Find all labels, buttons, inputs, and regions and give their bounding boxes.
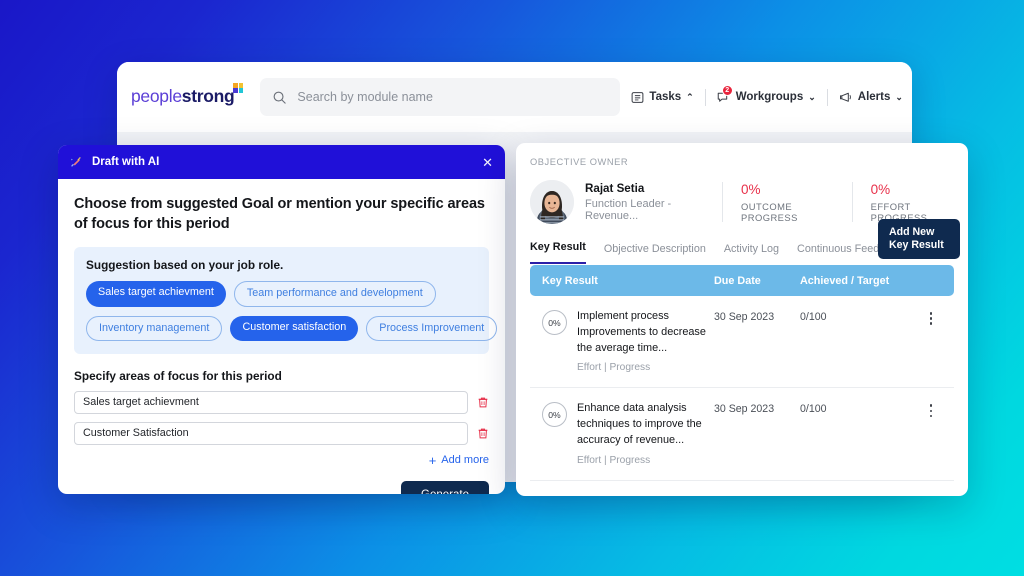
chip-process-improvement[interactable]: Process Improvement bbox=[366, 316, 497, 341]
key-result-text: Implement process Improvements to decrea… bbox=[577, 309, 714, 356]
chip-sales-target-achievment[interactable]: Sales target achievment bbox=[86, 281, 226, 306]
key-result-meta: Effort | Progress bbox=[577, 455, 714, 466]
peoplestrong-logo[interactable]: peoplestrong bbox=[131, 88, 242, 106]
modal-heading: Choose from suggested Goal or mention yo… bbox=[74, 195, 489, 234]
key-result-achieved-target: 0/100 bbox=[800, 311, 920, 323]
key-result-text: Enhance data analysis techniques to impr… bbox=[577, 401, 714, 448]
objective-owner-row: Rajat Setia Function Leader - Revenue...… bbox=[530, 180, 954, 224]
nav-label-alerts: Alerts bbox=[858, 91, 891, 103]
plus-icon: + bbox=[429, 454, 437, 467]
nav-label-workgroups: Workgroups bbox=[736, 91, 804, 103]
workgroups-badge-count: 2 bbox=[722, 85, 733, 96]
kebab-menu-icon[interactable] bbox=[920, 312, 942, 325]
add-new-key-result-button[interactable]: Add New Key Result bbox=[878, 219, 960, 259]
chevron-down-icon: ⌄ bbox=[808, 92, 816, 103]
progress-ring: 0% bbox=[542, 310, 567, 335]
logo-text-strong: strong bbox=[182, 86, 235, 106]
tab-objective-description[interactable]: Objective Description bbox=[604, 243, 706, 264]
nav-item-alerts[interactable]: Alerts ⌄ bbox=[828, 91, 912, 104]
outcome-progress-label: OUTCOME PROGRESS bbox=[741, 201, 834, 223]
owner-name: Rajat Setia bbox=[585, 182, 704, 195]
key-result-meta: Effort | Progress bbox=[577, 362, 714, 373]
four-square-logo-mark-icon bbox=[233, 83, 243, 93]
column-header-achieved-target: Achieved / Target bbox=[800, 275, 920, 287]
effort-progress-stat: 0% EFFORT PROGRESS bbox=[871, 182, 954, 223]
key-result-main: Implement process Improvements to decrea… bbox=[577, 309, 714, 373]
app-topbar: peoplestrong Search by module name bbox=[117, 62, 912, 132]
magic-wand-icon bbox=[69, 155, 83, 169]
focus-area-row: Customer Satisfaction bbox=[74, 422, 489, 445]
chevron-down-icon: ⌄ bbox=[895, 92, 903, 103]
tasks-icon bbox=[631, 91, 644, 104]
add-more-button[interactable]: + Add more bbox=[74, 454, 489, 467]
column-header-due-date: Due Date bbox=[714, 275, 800, 287]
chip-inventory-management[interactable]: Inventory management bbox=[86, 316, 222, 341]
trash-icon[interactable] bbox=[477, 396, 489, 409]
key-result-due-date: 30 Sep 2023 bbox=[714, 403, 800, 415]
generate-button[interactable]: Generate bbox=[401, 481, 489, 494]
trash-icon[interactable] bbox=[477, 427, 489, 440]
modal-header: Draft with AI ✕ bbox=[58, 145, 505, 179]
modal-title: Draft with AI bbox=[92, 156, 159, 168]
suggestion-card: Suggestion based on your job role. Sales… bbox=[74, 247, 489, 354]
tab-activity-log[interactable]: Activity Log bbox=[724, 243, 779, 264]
stat-divider bbox=[852, 182, 853, 222]
owner-role: Function Leader - Revenue... bbox=[585, 198, 704, 222]
search-placeholder: Search by module name bbox=[297, 90, 433, 104]
modal-body: Choose from suggested Goal or mention yo… bbox=[58, 179, 505, 467]
key-result-due-date: 30 Sep 2023 bbox=[714, 311, 800, 323]
modal-footer: Generate bbox=[58, 467, 505, 494]
nav-item-tasks[interactable]: Tasks ⌃ bbox=[620, 91, 704, 104]
kebab-menu-icon[interactable] bbox=[920, 404, 942, 417]
user-avatar-photo-icon bbox=[530, 180, 574, 224]
specify-areas-title: Specify areas of focus for this period bbox=[74, 369, 489, 383]
search-icon bbox=[272, 90, 287, 105]
column-header-key-result: Key Result bbox=[542, 275, 714, 287]
suggestion-title: Suggestion based on your job role. bbox=[86, 258, 477, 272]
table-row[interactable]: 0% Implement process Improvements to dec… bbox=[530, 296, 954, 388]
objective-detail-panel: OBJECTIVE OWNER Rajat Setia bbox=[516, 143, 968, 496]
chip-team-performance-and-development[interactable]: Team performance and development bbox=[234, 281, 436, 306]
logo-text-people: people bbox=[131, 86, 182, 106]
add-more-label: Add more bbox=[441, 454, 489, 466]
chip-customer-satisfaction[interactable]: Customer satisfaction bbox=[230, 316, 358, 341]
outcome-progress-stat: 0% OUTCOME PROGRESS bbox=[741, 182, 834, 223]
nav-item-workgroups[interactable]: 2 Workgroups ⌄ bbox=[706, 91, 827, 104]
key-result-achieved-target: 0/100 bbox=[800, 403, 920, 415]
key-result-main: Enhance data analysis techniques to impr… bbox=[577, 401, 714, 465]
stat-divider bbox=[722, 182, 723, 222]
focus-area-input-2[interactable]: Customer Satisfaction bbox=[74, 422, 468, 445]
close-icon[interactable]: ✕ bbox=[482, 156, 493, 169]
panel-tabs: Key Result Objective Description Activit… bbox=[530, 241, 954, 264]
focus-area-row: Sales target achievment bbox=[74, 391, 489, 414]
alerts-icon bbox=[839, 91, 853, 104]
nav-label-tasks: Tasks bbox=[649, 91, 681, 103]
objective-owner-label: OBJECTIVE OWNER bbox=[530, 157, 954, 167]
draft-with-ai-modal: Draft with AI ✕ Choose from suggested Go… bbox=[58, 145, 505, 494]
chevron-up-icon: ⌃ bbox=[686, 92, 694, 103]
tab-key-result[interactable]: Key Result bbox=[530, 241, 586, 264]
outcome-progress-value: 0% bbox=[741, 182, 834, 197]
key-result-table-header: Key Result Due Date Achieved / Target bbox=[530, 265, 954, 296]
progress-ring: 0% bbox=[542, 402, 567, 427]
top-navigation: Tasks ⌃ 2 Workgroups ⌄ bbox=[620, 89, 912, 106]
search-input[interactable]: Search by module name bbox=[260, 78, 620, 116]
focus-area-input-1[interactable]: Sales target achievment bbox=[74, 391, 468, 414]
suggestion-chip-row: Inventory management Customer satisfacti… bbox=[86, 316, 477, 341]
suggestion-chip-row: Sales target achievment Team performance… bbox=[86, 281, 477, 306]
table-row[interactable]: 0% Enhance data analysis techniques to i… bbox=[530, 388, 954, 480]
objective-owner-info: Rajat Setia Function Leader - Revenue... bbox=[585, 182, 704, 222]
effort-progress-value: 0% bbox=[871, 182, 954, 197]
